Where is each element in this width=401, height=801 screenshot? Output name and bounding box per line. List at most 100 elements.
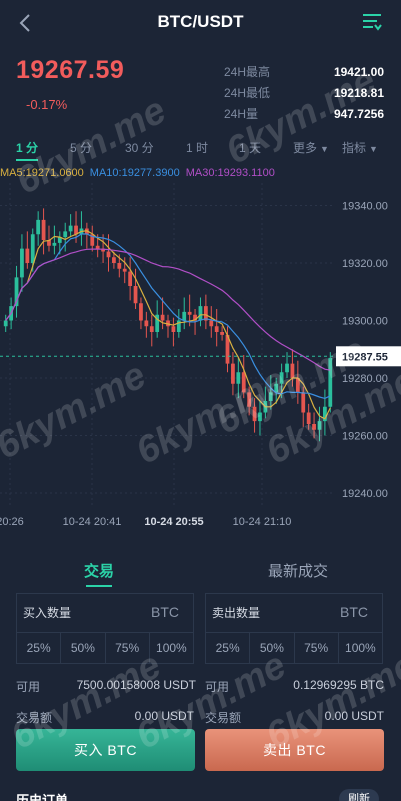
candle-body <box>209 320 214 327</box>
sell-quantity-box: 卖出数量 BTC 25% 50% 75% 100% <box>205 593 383 664</box>
candle-body <box>301 392 306 413</box>
candle-body <box>285 363 289 373</box>
period-1hour[interactable]: 1 时 <box>186 139 208 156</box>
sell-amount-label: 交易额 <box>205 711 242 725</box>
tab-latest-trades[interactable]: 最新成交 <box>268 560 328 581</box>
candle-body <box>41 219 46 240</box>
candle-body <box>252 406 257 422</box>
buy-quantity-box: 买入数量 BTC 25% 50% 75% 100% <box>16 593 194 664</box>
sell-button[interactable]: 卖出 BTC <box>205 729 384 771</box>
candle-body <box>3 320 8 327</box>
sell-pct-75[interactable]: 75% <box>295 633 339 664</box>
buy-available-label: 可用 <box>16 680 41 694</box>
y-tick-label: 19260.00 <box>342 431 388 443</box>
candle-body <box>198 306 203 321</box>
candle-body <box>236 372 241 384</box>
buy-pct-100[interactable]: 100% <box>150 633 193 664</box>
buy-quantity-field[interactable]: 买入数量 BTC <box>17 594 193 632</box>
period-more-label: 更多 <box>293 141 318 155</box>
candle-body <box>139 303 143 321</box>
candle-body <box>30 234 35 263</box>
y-tick-label: 19300.00 <box>342 316 388 328</box>
ma5-value: MA5:19271.0600 <box>0 167 84 179</box>
x-tick-label: 10-24 20:41 <box>63 516 122 528</box>
candle-body <box>149 326 154 332</box>
candle-body <box>290 363 295 378</box>
candle-body <box>220 332 224 335</box>
sell-pct-100[interactable]: 100% <box>339 633 382 664</box>
period-1day[interactable]: 1 天 <box>239 139 261 156</box>
ma10-value: MA10:19277.3900 <box>89 167 180 179</box>
period-more[interactable]: 更多 ▼ <box>293 139 329 156</box>
caret-down-icon: ▼ <box>320 144 329 154</box>
x-tick-label: 10-24 21:10 <box>233 516 292 528</box>
history-orders-title: 历史订单 <box>16 793 69 801</box>
candle-body <box>231 363 235 384</box>
tab-trade[interactable]: 交易 <box>84 560 114 587</box>
stat-label: 24H量 <box>224 107 259 121</box>
page-title: BTC/USDT <box>157 12 244 31</box>
price-block: 19267.59 -0.17% <box>16 56 124 112</box>
sell-pct-25[interactable]: 25% <box>206 633 251 664</box>
candle-body <box>160 314 165 321</box>
refresh-button[interactable]: 刷新 <box>339 789 379 801</box>
period-1min[interactable]: 1 分 <box>16 139 39 161</box>
sell-quantity-field[interactable]: 卖出数量 BTC <box>206 594 382 632</box>
candle-body <box>36 219 41 235</box>
stat-row-low: 24H最低 19218.81 <box>224 82 384 103</box>
candle-body <box>328 357 333 407</box>
candle-body <box>133 286 138 304</box>
ma30-value: MA30:19293.1100 <box>185 167 275 179</box>
stat-label: 24H最高 <box>224 65 271 79</box>
candle-body <box>312 424 316 430</box>
stat-row-high: 24H最高 19421.00 <box>224 61 384 82</box>
candle-body <box>95 245 100 249</box>
period-5min[interactable]: 5 分 <box>70 139 92 156</box>
candle-body <box>68 225 73 232</box>
24h-stats: 24H最高 19421.00 24H最低 19218.81 24H量 947.7… <box>224 61 384 124</box>
buy-percent-row: 25% 50% 75% 100% <box>17 632 193 664</box>
candle-body <box>25 248 30 263</box>
buy-amount-label: 交易额 <box>16 711 53 725</box>
last-price: 19267.59 <box>16 56 125 84</box>
buy-pct-75[interactable]: 75% <box>106 633 150 664</box>
buy-amount-value: 0.00 USDT <box>134 709 194 723</box>
buy-button[interactable]: 买入 BTC <box>16 729 195 771</box>
price-change: -0.17% <box>26 97 68 112</box>
candle-body <box>247 392 252 407</box>
sell-percent-row: 25% 50% 75% 100% <box>206 632 382 664</box>
candle-body <box>106 251 111 258</box>
candle-body <box>258 412 262 422</box>
candle-body <box>117 263 122 269</box>
sell-amount-value: 0.00 USDT <box>324 709 384 723</box>
sell-pct-50[interactable]: 50% <box>250 633 295 664</box>
sell-available-label: 可用 <box>205 680 230 694</box>
x-tick-label: 10-24 20:55 <box>144 516 203 528</box>
x-tick-label: 20:26 <box>0 516 24 528</box>
sell-quantity-label: 卖出数量 <box>212 606 261 620</box>
y-tick-label: 19340.00 <box>342 201 388 213</box>
candle-body <box>112 257 116 263</box>
candle-body <box>306 412 311 424</box>
candle-body <box>128 271 133 286</box>
candle-body <box>317 421 322 430</box>
period-30min[interactable]: 30 分 <box>125 139 154 156</box>
indicator-menu[interactable]: 指标 ▼ <box>342 139 378 156</box>
candlestick-chart[interactable]: 19340.00 19320.00 19300.00 19280.00 19260.00… <box>0 183 401 528</box>
y-tick-label: 19320.00 <box>342 258 388 270</box>
buy-pct-50[interactable]: 50% <box>61 633 106 664</box>
candle-body <box>214 326 219 332</box>
candle-body <box>144 320 149 327</box>
menu-icon[interactable] <box>361 11 383 33</box>
candle-body <box>279 372 284 384</box>
sell-available-value: 0.12969295 BTC <box>293 678 384 692</box>
buy-pct-25[interactable]: 25% <box>17 633 62 664</box>
candle-body <box>187 311 192 315</box>
stat-value: 947.7256 <box>333 106 384 121</box>
candle-body <box>171 326 176 332</box>
candle-body <box>268 392 273 401</box>
period-selector: 1 分 5 分 30 分 1 时 1 天 更多 ▼ 指标 ▼ <box>0 137 401 161</box>
stat-value: 19218.81 <box>333 85 384 100</box>
stat-value: 19421.00 <box>333 64 384 79</box>
header-bar: BTC/USDT <box>0 0 401 44</box>
